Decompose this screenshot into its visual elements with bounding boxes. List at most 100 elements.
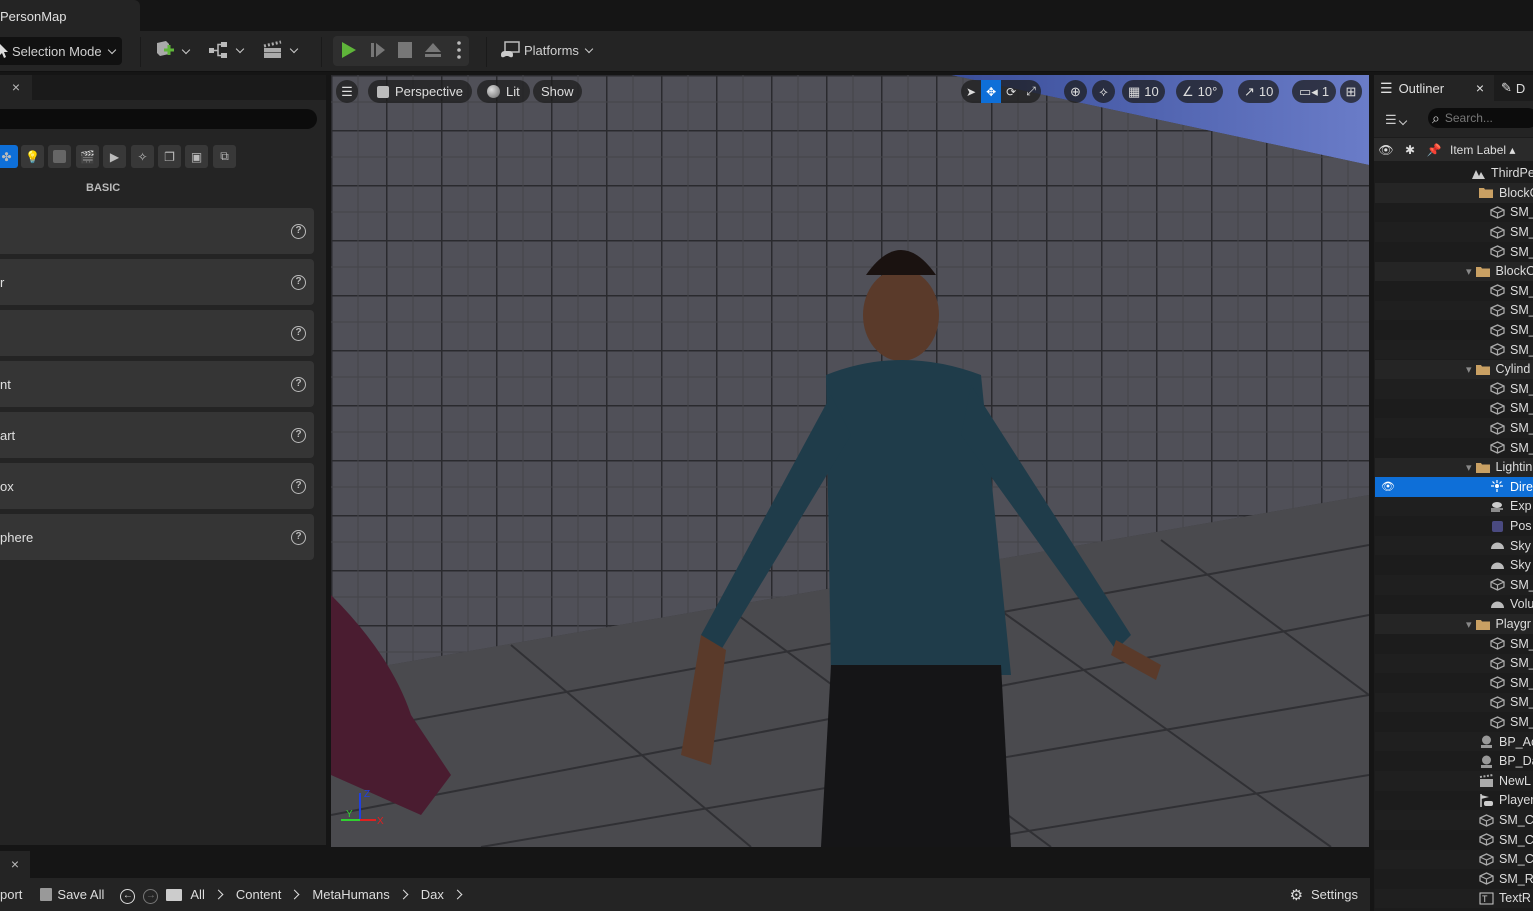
help-icon[interactable]: ? [291,223,306,239]
outliner-row[interactable]: Player [1375,791,1533,811]
settings-button[interactable]: ⚙ Settings [1290,886,1358,904]
place-actor-item[interactable]: ? [0,310,314,356]
outliner-row[interactable]: SM_ [1375,712,1533,732]
outliner-row[interactable]: Sky [1375,535,1533,556]
outliner-row[interactable]: SM_C [1375,849,1533,870]
visibility-eye-icon[interactable]: 👁 [1381,480,1395,493]
expand-arrow-icon[interactable]: ▾ [1466,265,1472,278]
category-basic-tab[interactable]: ✤ [0,145,18,168]
level-viewport[interactable] [331,75,1369,847]
add-actor-button[interactable] [154,40,191,62]
breadcrumb-all[interactable]: All [190,887,204,902]
outliner-row[interactable]: SM_C [1375,830,1533,850]
outliner-row[interactable]: SM_ [1375,339,1533,360]
world-local-toggle[interactable]: ⊕ [1064,80,1087,103]
category-cinematic-tab[interactable]: 🎬 [76,145,99,168]
selection-mode-dropdown[interactable]: Selection Mode [0,37,122,65]
step-button[interactable] [370,42,386,58]
outliner-row[interactable]: NewL [1375,771,1533,791]
outliner-folder-row[interactable]: ▾ Playgr [1375,614,1533,634]
forward-button[interactable]: → [143,886,159,904]
outliner-search-input[interactable]: ⌕ Search... [1428,108,1533,128]
show-button[interactable]: Show [533,80,582,103]
outliner-row[interactable]: BP_Ac [1375,731,1533,752]
save-all-button[interactable]: Save All [40,887,104,902]
category-visual-effects-tab[interactable]: ▶ [103,145,126,168]
breadcrumb-metahumans[interactable]: MetaHumans [312,887,389,902]
select-tool[interactable]: ➤ [961,80,981,103]
outliner-folder-row[interactable]: BlockO [1375,183,1533,203]
cinematics-button[interactable] [262,40,299,60]
place-actor-item[interactable]: r? [0,259,314,305]
category-all-classes-tab[interactable]: ▣ [185,145,208,168]
category-recent-tab[interactable]: ⧉ [213,145,236,168]
outliner-row[interactable]: Sky [1375,556,1533,576]
outliner-row[interactable]: SM_ [1375,673,1533,693]
outliner-folder-row[interactable]: ▾ Cylind [1375,359,1533,380]
viewport-menu-button[interactable]: ☰ [336,80,358,103]
surface-snapping-button[interactable]: ⟡ [1092,80,1115,103]
place-actor-item[interactable]: phere? [0,514,314,560]
outliner-row[interactable]: SM_ [1375,653,1533,674]
details-tab[interactable]: ✎ D [1497,75,1533,101]
help-icon[interactable]: ? [291,478,306,494]
help-icon[interactable]: ? [291,274,306,290]
play-options-button[interactable] [457,41,461,59]
place-actors-close-button[interactable]: × [0,75,32,100]
breadcrumb-chevron-icon[interactable] [398,889,409,900]
translate-tool[interactable]: ✥ [981,80,1002,103]
outliner-row[interactable]: SM_ [1375,634,1533,654]
outliner-row[interactable]: SM_ [1375,203,1533,223]
help-icon[interactable]: ? [291,427,306,443]
camera-speed-button[interactable]: ▭◂ 1 [1292,80,1337,103]
rotate-tool[interactable]: ⟳ [1001,80,1021,103]
help-icon[interactable]: ? [291,529,306,545]
eject-button[interactable] [424,42,442,58]
outliner-row[interactable]: T TextR [1375,888,1533,909]
scale-snap-button[interactable]: ↗ 10 [1238,80,1280,103]
lit-button[interactable]: Lit [477,80,530,103]
breadcrumb-chevron-icon[interactable] [452,889,463,900]
outliner-row[interactable]: SM_C [1375,810,1533,830]
outliner-row[interactable]: Exp [1375,496,1533,517]
place-actors-search-input[interactable] [0,109,317,129]
outliner-tab[interactable]: ☰ Outliner × [1374,75,1494,101]
content-browser-close-button[interactable]: × [0,851,30,878]
outliner-row[interactable]: Volu [1375,595,1533,615]
outliner-row[interactable]: ThirdPe [1375,164,1533,184]
outliner-row[interactable]: 👁 Dire [1375,477,1533,497]
expand-arrow-icon[interactable]: ▾ [1466,461,1472,474]
back-button[interactable]: ← [120,886,136,904]
stop-button[interactable] [398,42,412,58]
help-icon[interactable]: ? [291,325,306,341]
outliner-filter-button[interactable]: ☰ [1385,112,1408,128]
outliner-row[interactable]: SM_ [1375,320,1533,340]
place-actor-item[interactable]: art? [0,412,314,458]
item-label-column[interactable]: Item Label ▴ [1446,143,1515,157]
play-button[interactable] [341,41,357,59]
outliner-row[interactable]: SM_ [1375,438,1533,458]
outliner-folder-row[interactable]: ▾ BlockO [1375,261,1533,282]
map-tab[interactable]: PersonMap [0,0,140,31]
outliner-row[interactable]: SM_ [1375,399,1533,419]
platforms-button[interactable]: Platforms [500,41,594,59]
place-actor-item[interactable]: nt? [0,361,314,407]
outliner-row[interactable]: Pos [1375,516,1533,536]
outliner-row[interactable]: SM_ [1375,281,1533,301]
help-icon[interactable]: ? [291,376,306,392]
category-shapes-tab[interactable] [48,145,71,168]
grid-snap-button[interactable]: ▦ 10 [1122,80,1165,103]
rotation-snap-button[interactable]: ∠ 10° [1176,80,1224,103]
outliner-row[interactable]: SM_ [1375,418,1533,438]
place-actor-item[interactable]: ? [0,208,314,254]
pin-column-icon[interactable]: 📌 [1422,143,1446,157]
category-volumes-tab[interactable]: ✧ [131,145,154,168]
place-actor-item[interactable]: ox? [0,463,314,509]
viewport-layout-button[interactable]: ⊞ [1340,80,1362,103]
perspective-button[interactable]: Perspective [368,80,472,103]
outliner-row[interactable]: SM_ [1375,692,1533,713]
outliner-folder-row[interactable]: ▾ Lightin [1375,457,1533,478]
outliner-row[interactable]: SM_ [1375,300,1533,321]
breadcrumb-dax[interactable]: Dax [421,887,444,902]
outliner-close-button[interactable]: × [1476,80,1484,96]
